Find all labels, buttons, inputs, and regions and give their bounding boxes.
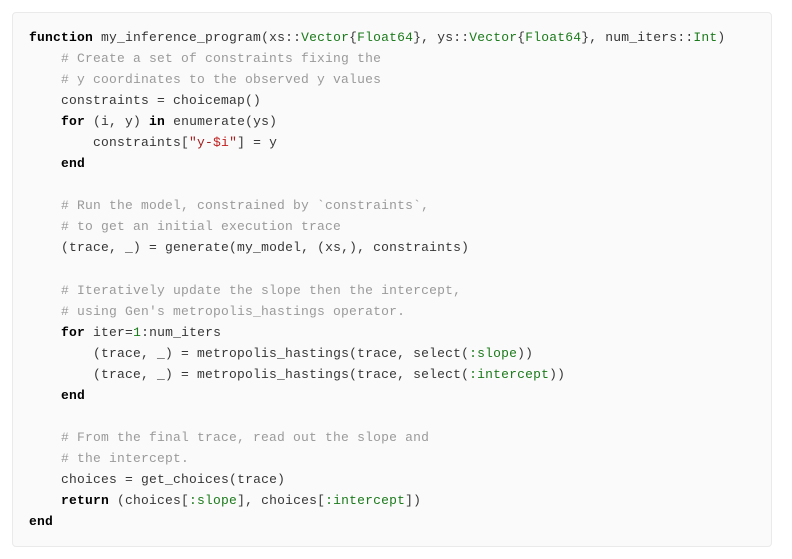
keyword-for: for [61, 114, 85, 129]
keyword-return: return [61, 493, 109, 508]
code-text: ] [237, 135, 253, 150]
code-text: choicemap() [165, 93, 261, 108]
code-text: (trace, _) [61, 240, 149, 255]
eq: = [149, 240, 157, 255]
type-int: Int [693, 30, 717, 45]
eq: = [181, 367, 189, 382]
comment: # using Gen's metropolis_hastings operat… [61, 304, 405, 319]
keyword-end: end [61, 388, 85, 403]
comment: # Create a set of constraints fixing the [61, 51, 381, 66]
code-text: iter [85, 325, 125, 340]
symbol-intercept: :intercept [325, 493, 405, 508]
param-numiters: num_iters [605, 30, 677, 45]
comment: # From the final trace, read out the slo… [61, 430, 429, 445]
code-content: function my_inference_program(xs::Vector… [29, 27, 755, 532]
comma: , [589, 30, 605, 45]
comment: # y coordinates to the observed y values [61, 72, 381, 87]
number: 1 [133, 325, 141, 340]
code-text: )) [549, 367, 565, 382]
dcolon: :: [285, 30, 301, 45]
code-text: constraints[ [93, 135, 189, 150]
eq: = [157, 93, 165, 108]
dcolon: :: [453, 30, 469, 45]
string: " [229, 135, 237, 150]
code-text: ]) [405, 493, 421, 508]
keyword-end: end [29, 514, 53, 529]
string: "y- [189, 135, 213, 150]
eq: = [253, 135, 261, 150]
keyword-function: function [29, 30, 93, 45]
colon: : [141, 325, 149, 340]
comment: # to get an initial execution trace [61, 219, 341, 234]
comment: # Iteratively update the slope then the … [61, 283, 461, 298]
type-vector: Vector [301, 30, 349, 45]
code-text: choices [61, 472, 125, 487]
code-text: num_iters [149, 325, 221, 340]
code-text: get_choices(trace) [133, 472, 285, 487]
param-ys: ys [437, 30, 453, 45]
code-text: metropolis_hastings(trace, select( [189, 346, 469, 361]
code-text: )) [517, 346, 533, 361]
code-text: metropolis_hastings(trace, select( [189, 367, 469, 382]
function-name: my_inference_program [101, 30, 261, 45]
code-text: ], choices[ [237, 493, 325, 508]
code-text: y [261, 135, 277, 150]
comment: # Run the model, constrained by `constra… [61, 198, 429, 213]
string-interp: $i [213, 135, 229, 150]
paren: ) [717, 30, 725, 45]
eq: = [181, 346, 189, 361]
type-float64: Float64 [525, 30, 581, 45]
brace: } [413, 30, 421, 45]
punct: ( [261, 30, 269, 45]
comment: # the intercept. [61, 451, 189, 466]
symbol-intercept: :intercept [469, 367, 549, 382]
code-text: (trace, _) [93, 367, 181, 382]
brace: { [349, 30, 357, 45]
code-text: enumerate(ys) [165, 114, 277, 129]
eq: = [125, 472, 133, 487]
comma: , [421, 30, 437, 45]
code-text: (trace, _) [93, 346, 181, 361]
type-vector: Vector [469, 30, 517, 45]
code-text: (i, y) [85, 114, 149, 129]
symbol-slope: :slope [469, 346, 517, 361]
symbol-slope: :slope [189, 493, 237, 508]
keyword-end: end [61, 156, 85, 171]
keyword-in: in [149, 114, 165, 129]
type-float64: Float64 [357, 30, 413, 45]
eq: = [125, 325, 133, 340]
keyword-for: for [61, 325, 85, 340]
code-text: (choices[ [109, 493, 189, 508]
dcolon: :: [677, 30, 693, 45]
code-block: function my_inference_program(xs::Vector… [12, 12, 772, 547]
param-xs: xs [269, 30, 285, 45]
code-text: generate(my_model, (xs,), constraints) [157, 240, 469, 255]
code-text: constraints [61, 93, 157, 108]
